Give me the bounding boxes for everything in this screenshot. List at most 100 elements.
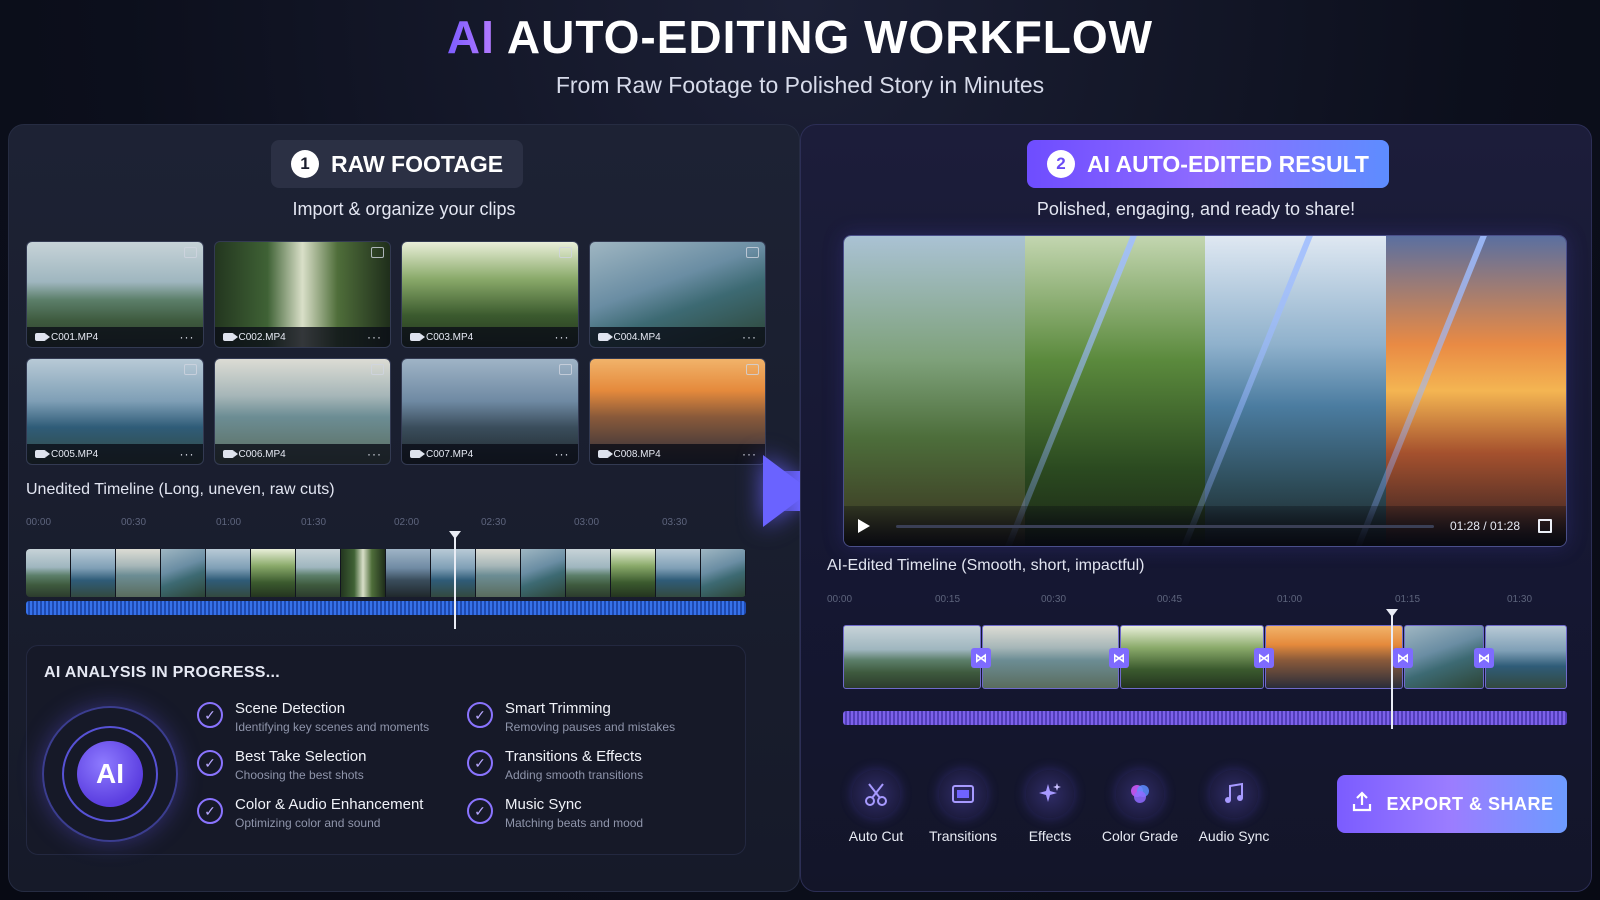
- tool-color-grade[interactable]: Color Grade: [1095, 770, 1185, 844]
- timeline-tick: 00:45: [1157, 594, 1183, 605]
- feature-title: Color & Audio Enhancement: [235, 796, 424, 813]
- clip-thumbnail[interactable]: C001.MP4 ···: [26, 241, 204, 348]
- clip-thumbnail[interactable]: C002.MP4 ···: [213, 241, 391, 348]
- transition-icon[interactable]: ⋈: [1393, 648, 1413, 668]
- sparkle-icon: [1026, 770, 1074, 818]
- panel-subtitle: Import & organize your clips: [292, 199, 516, 219]
- clip-menu-icon[interactable]: [371, 364, 384, 375]
- clip-menu-icon[interactable]: [183, 247, 197, 258]
- video-camera-icon: [410, 450, 425, 458]
- edited-clip[interactable]: [1265, 625, 1403, 689]
- more-options-icon[interactable]: ···: [555, 447, 570, 461]
- ai-result-panel: 2 AI AUTO-EDITED RESULT Polished, engagi…: [800, 124, 1592, 892]
- check-circle-icon: ✓: [197, 798, 223, 824]
- step-badge-raw-footage: 1 RAW FOOTAGE: [271, 140, 524, 188]
- tool-label: Transitions: [929, 828, 997, 844]
- video-camera-icon: [35, 333, 50, 341]
- video-camera-icon: [597, 333, 613, 341]
- scissors-icon: [852, 770, 900, 818]
- clip-thumbnail[interactable]: C004.MP4 ···: [588, 241, 766, 348]
- more-options-icon[interactable]: ···: [742, 447, 757, 461]
- tool-audio-sync[interactable]: Audio Sync: [1189, 770, 1279, 844]
- feature-music-sync: ✓ Music Sync Matching beats and mood: [467, 796, 737, 830]
- edited-clip[interactable]: [843, 625, 981, 689]
- more-options-icon[interactable]: ···: [180, 330, 195, 344]
- step-number: 2: [1047, 150, 1075, 178]
- fullscreen-icon[interactable]: [1538, 519, 1552, 533]
- feature-title: Music Sync: [505, 796, 582, 813]
- tool-label: Effects: [1028, 828, 1072, 844]
- playhead[interactable]: [449, 531, 461, 629]
- video-camera-icon: [597, 450, 613, 458]
- step-badge-ai-result: 2 AI AUTO-EDITED RESULT: [1027, 140, 1389, 188]
- clip-name: C004.MP4: [613, 331, 661, 343]
- feature-desc: Matching beats and mood: [505, 816, 644, 830]
- progress-bar[interactable]: [896, 524, 1434, 528]
- unedited-clip-strip[interactable]: [26, 549, 746, 597]
- check-circle-icon: ✓: [467, 750, 493, 776]
- feature-desc: Adding smooth transitions: [505, 768, 644, 782]
- clip-thumbnail[interactable]: C005.MP4 ···: [26, 358, 204, 465]
- clip-name: C001.MP4: [51, 331, 99, 343]
- edited-clip[interactable]: [1404, 625, 1484, 689]
- tool-label: Auto Cut: [848, 828, 904, 844]
- edited-clip[interactable]: [1120, 625, 1264, 689]
- feature-title: Transitions & Effects: [505, 748, 642, 765]
- more-options-icon[interactable]: ···: [367, 330, 382, 344]
- transition-icon[interactable]: ⋈: [971, 648, 991, 668]
- timeline-tick: 00:30: [121, 517, 147, 528]
- more-options-icon[interactable]: ···: [742, 330, 757, 344]
- clip-menu-icon[interactable]: [746, 247, 759, 258]
- export-share-button[interactable]: EXPORT & SHARE: [1337, 775, 1567, 833]
- tool-effects[interactable]: Effects: [1005, 770, 1095, 844]
- timeline-tick: 00:30: [1041, 594, 1067, 605]
- tool-auto-cut[interactable]: Auto Cut: [831, 770, 921, 844]
- more-options-icon[interactable]: ···: [180, 447, 195, 461]
- playhead[interactable]: [1386, 609, 1398, 729]
- clip-menu-icon[interactable]: [183, 364, 197, 375]
- tool-label: Audio Sync: [1198, 828, 1270, 844]
- ai-analysis-card: AI ANALYSIS IN PROGRESS... AI ✓ Scene De…: [26, 645, 746, 855]
- transition-icon[interactable]: ⋈: [1474, 648, 1494, 668]
- playback-time: 01:28 / 01:28: [1449, 519, 1520, 533]
- clip-name: C008.MP4: [613, 448, 661, 460]
- transition-icon[interactable]: ⋈: [1254, 648, 1274, 668]
- header: AI AUTO-EDITING WORKFLOW From Raw Footage…: [0, 10, 1600, 99]
- transition-icon[interactable]: ⋈: [1109, 648, 1129, 668]
- more-options-icon[interactable]: ···: [367, 447, 382, 461]
- check-circle-icon: ✓: [467, 702, 493, 728]
- unedited-timeline-label: Unedited Timeline (Long, uneven, raw cut…: [26, 481, 335, 498]
- clip-menu-icon[interactable]: [746, 364, 759, 375]
- video-player[interactable]: 01:28 / 01:28: [843, 235, 1567, 547]
- clip-menu-icon[interactable]: [558, 364, 572, 375]
- feature-title: Best Take Selection: [235, 748, 367, 765]
- step-title: RAW FOOTAGE: [331, 150, 504, 177]
- feature-best-take: ✓ Best Take Selection Choosing the best …: [197, 748, 467, 782]
- ai-timeline-label: AI-Edited Timeline (Smooth, short, impac…: [827, 557, 1145, 574]
- play-icon[interactable]: [858, 519, 870, 533]
- tool-transitions[interactable]: Transitions: [918, 770, 1008, 844]
- title-accent: AI: [446, 11, 495, 63]
- clip-name: C002.MP4: [238, 331, 286, 343]
- clip-thumbnail[interactable]: C008.MP4 ···: [588, 358, 766, 465]
- edited-clip[interactable]: [1485, 625, 1567, 689]
- feature-scene-detection: ✓ Scene Detection Identifying key scenes…: [197, 700, 467, 734]
- clip-menu-icon[interactable]: [558, 247, 572, 258]
- clip-name: C003.MP4: [426, 331, 474, 343]
- audio-waveform: [26, 601, 746, 615]
- upload-icon: [1350, 790, 1374, 819]
- clip-thumbnail[interactable]: C006.MP4 ···: [213, 358, 391, 465]
- clip-thumbnail[interactable]: C007.MP4 ···: [401, 358, 579, 465]
- clip-thumbnail[interactable]: C003.MP4 ···: [401, 241, 579, 348]
- step-number: 1: [291, 150, 319, 178]
- panel-subtitle: Polished, engaging, and ready to share!: [1036, 199, 1356, 219]
- more-options-icon[interactable]: ···: [555, 330, 570, 344]
- clip-menu-icon[interactable]: [371, 247, 384, 258]
- edited-clip[interactable]: [982, 625, 1119, 689]
- feature-color-audio: ✓ Color & Audio Enhancement Optimizing c…: [197, 796, 467, 830]
- analysis-title: AI ANALYSIS IN PROGRESS...: [44, 664, 280, 681]
- feature-title: Scene Detection: [235, 700, 346, 717]
- ai-clip-strip[interactable]: ⋈ ⋈ ⋈ ⋈ ⋈: [843, 625, 1567, 689]
- video-camera-icon: [35, 450, 50, 458]
- feature-transitions-effects: ✓ Transitions & Effects Adding smooth tr…: [467, 748, 737, 782]
